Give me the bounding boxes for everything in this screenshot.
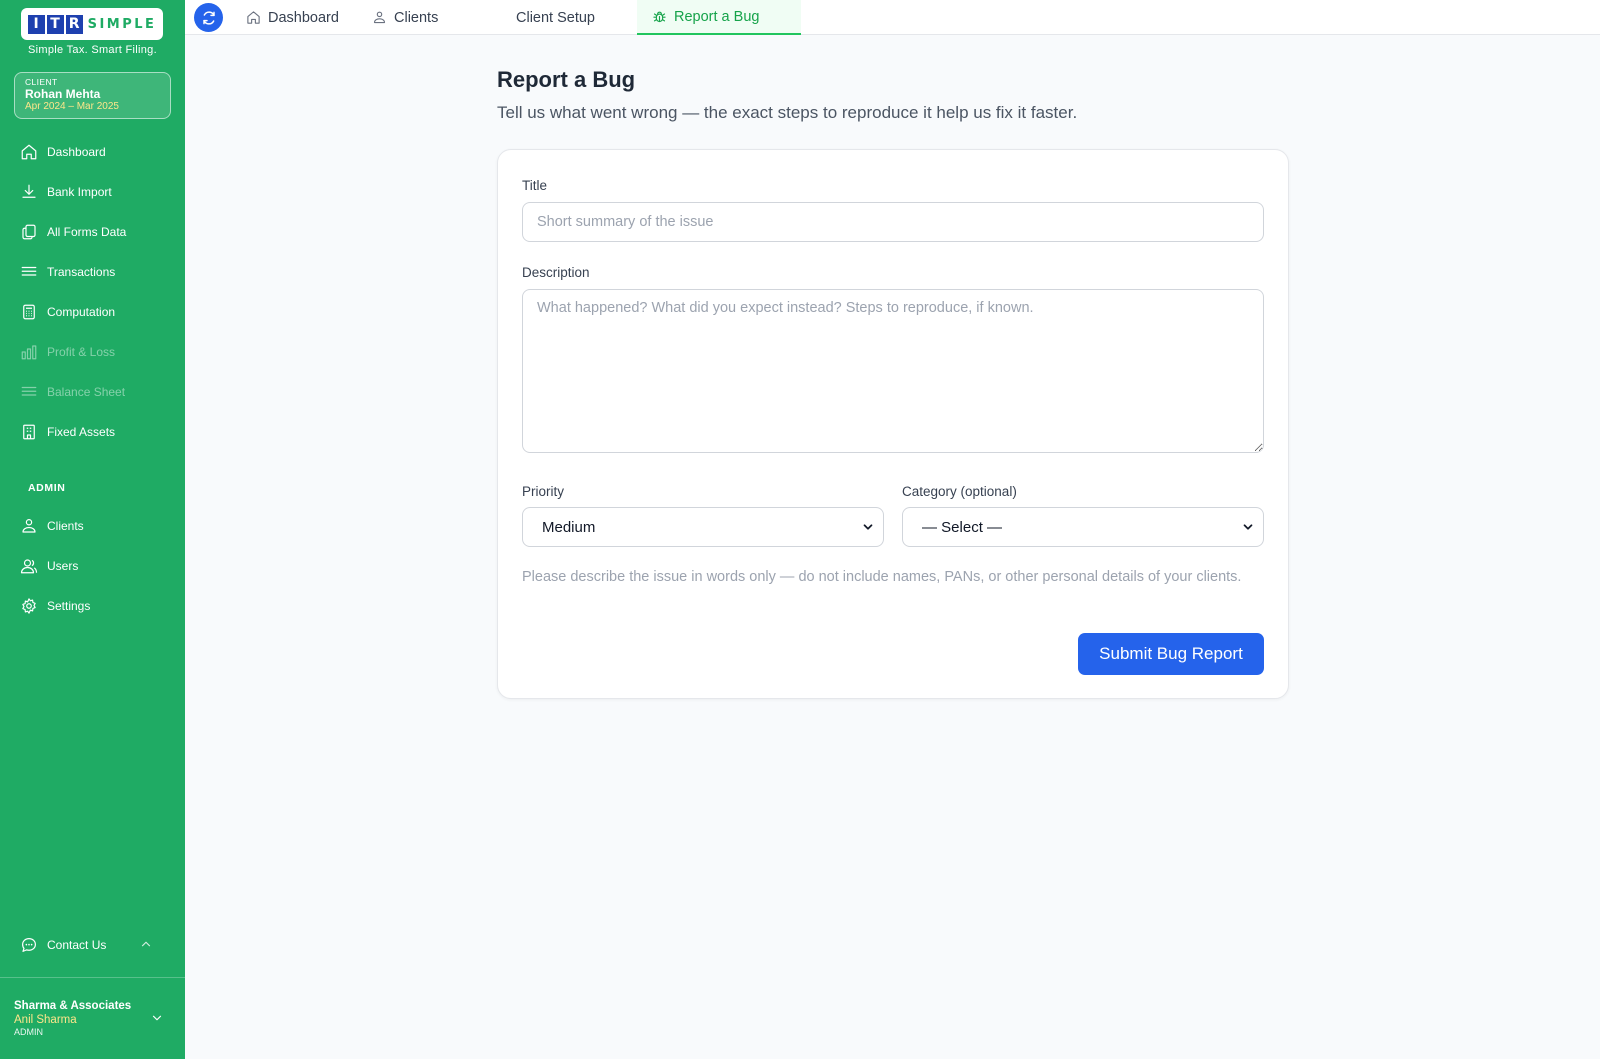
sidebar-item-label: Computation: [47, 305, 116, 319]
sidebar-item-label: Transactions: [47, 265, 116, 279]
chat-bubble-icon: [22, 938, 36, 952]
sidebar-item-label: Profit & Loss: [47, 345, 116, 359]
sidebar-item-label: Fixed Assets: [47, 425, 116, 439]
sidebar-item-bank-import[interactable]: Bank Import: [20, 181, 112, 203]
client-label: CLIENT: [25, 77, 58, 87]
sidebar-item-label: Bank Import: [47, 185, 112, 199]
logo-letter-r: R: [65, 14, 83, 34]
sidebar-item-users[interactable]: Users: [20, 555, 78, 577]
client-period: Apr 2024 – Mar 2025: [25, 101, 119, 112]
priority-selected-value: Medium: [542, 518, 596, 536]
sidebar-item-label: Users: [47, 559, 79, 573]
documents-icon: [22, 224, 36, 240]
chevron-up-icon[interactable]: [139, 937, 153, 951]
tab-client-setup[interactable]: Client Setup: [516, 0, 595, 35]
sidebar-item-label: All Forms Data: [47, 225, 127, 239]
sidebar-item-label: Dashboard: [47, 145, 106, 159]
category-select[interactable]: — Select —: [902, 507, 1264, 547]
sidebar-item-label: Balance Sheet: [47, 385, 126, 399]
account-switcher[interactable]: Sharma & Associates Anil Sharma ADMIN: [14, 999, 131, 1037]
logo-letter-t: T: [46, 14, 64, 34]
priority-label: Priority: [522, 484, 565, 499]
bug-icon: [653, 11, 666, 23]
sidebar-item-clients[interactable]: Clients: [20, 515, 84, 537]
description-textarea[interactable]: [522, 289, 1264, 453]
bug-report-form: Title Description Priority Medium Catego…: [497, 149, 1289, 699]
sidebar-item-fixed-assets[interactable]: Fixed Assets: [20, 421, 115, 443]
sidebar-item-profit-loss[interactable]: Profit & Loss: [20, 341, 115, 363]
sidebar-item-dashboard[interactable]: Dashboard: [20, 141, 106, 163]
sidebar: I T R SIMPLE Simple Tax. Smart Filing. C…: [0, 0, 185, 1059]
tab-clients[interactable]: Clients: [372, 0, 438, 35]
logo[interactable]: I T R SIMPLE: [21, 8, 163, 40]
tab-label: Report a Bug: [674, 8, 760, 25]
tab-dashboard[interactable]: Dashboard: [246, 0, 339, 35]
clients-icon: [373, 11, 386, 24]
sidebar-item-label: Settings: [47, 599, 91, 613]
list-icon: [21, 266, 37, 276]
category-label: Category (optional): [902, 484, 1017, 499]
sidebar-item-label: Clients: [47, 519, 84, 533]
page-subtitle: Tell us what went wrong — the exact step…: [497, 103, 1078, 122]
tab-label: Dashboard: [268, 9, 339, 26]
refresh-button[interactable]: [194, 3, 223, 32]
top-nav-bar: Dashboard Clients Client Setup Report a …: [185, 0, 1600, 35]
chevron-down-icon: [1243, 524, 1253, 530]
sidebar-item-all-forms-data[interactable]: All Forms Data: [20, 221, 126, 243]
page-title: Report a Bug: [497, 67, 636, 92]
list-icon: [21, 386, 37, 396]
sidebar-item-computation[interactable]: Computation: [20, 301, 115, 323]
submit-bug-report-button[interactable]: Submit Bug Report: [1078, 633, 1264, 675]
download-icon: [22, 184, 36, 198]
title-input[interactable]: [522, 202, 1264, 242]
sidebar-item-settings[interactable]: Settings: [20, 595, 90, 617]
user-name: Anil Sharma: [14, 1014, 77, 1026]
bar-chart-icon: [21, 345, 37, 360]
contact-us-label: Contact Us: [47, 938, 107, 952]
priority-select[interactable]: Medium: [522, 507, 884, 547]
building-icon: [23, 424, 35, 440]
client-name: Rohan Mehta: [25, 87, 101, 101]
home-icon: [21, 144, 37, 160]
title-label: Title: [522, 178, 548, 193]
privacy-note: Please describe the issue in words only …: [522, 569, 1242, 585]
admin-section-label: ADMIN: [28, 482, 66, 494]
users-icon: [20, 559, 38, 574]
tab-report-a-bug[interactable]: Report a Bug: [637, 0, 801, 35]
contact-us-button[interactable]: Contact Us: [20, 934, 106, 956]
refresh-icon: [202, 10, 215, 25]
logo-wordmark: SIMPLE: [87, 16, 157, 32]
home-icon: [247, 11, 260, 24]
client-card[interactable]: CLIENT Rohan Mehta Apr 2024 – Mar 2025: [14, 72, 171, 119]
clients-icon: [22, 519, 36, 533]
tagline: Simple Tax. Smart Filing.: [28, 44, 157, 56]
category-selected-value: — Select —: [922, 518, 1003, 536]
sidebar-item-balance-sheet[interactable]: Balance Sheet: [20, 381, 125, 403]
calculator-icon: [23, 304, 35, 320]
description-label: Description: [522, 265, 590, 280]
sidebar-divider: [0, 977, 185, 978]
tab-label: Clients: [394, 9, 439, 26]
tab-label: Client Setup: [516, 9, 595, 26]
logo-letter-i: I: [27, 14, 45, 34]
firm-name: Sharma & Associates: [14, 1000, 132, 1012]
sidebar-item-transactions[interactable]: Transactions: [20, 261, 115, 283]
gear-icon: [22, 598, 36, 614]
chevron-down-icon: [863, 524, 873, 530]
chevron-down-icon[interactable]: [150, 1011, 164, 1025]
user-role: ADMIN: [14, 1027, 43, 1037]
